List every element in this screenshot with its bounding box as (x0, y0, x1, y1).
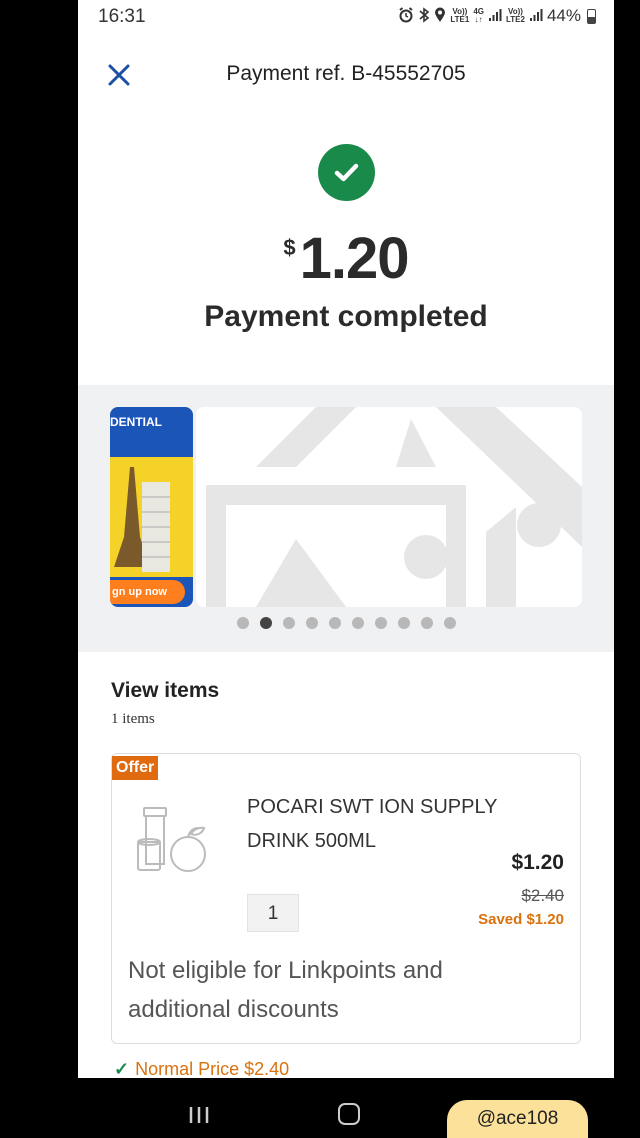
item-card: Offer POCARI SWT ION SUPPLY DRINK 500ML … (111, 753, 581, 1044)
status-icons: Vo)) LTE1 4G ↓↑ Vo)) LTE2 44% (398, 6, 596, 26)
saved-amount: Saved $1.20 (478, 911, 564, 928)
carousel-dot[interactable] (282, 617, 295, 629)
bluetooth-icon (418, 7, 430, 25)
battery-icon (587, 8, 596, 24)
signal1-icon (488, 8, 502, 24)
banner-carousel: DENTIAL gn up now (78, 385, 614, 652)
home-button[interactable] (338, 1103, 360, 1125)
signal2-icon (529, 8, 543, 24)
data-arrows-icon: ↓↑ (474, 15, 483, 24)
promo-banner[interactable]: DENTIAL gn up now (110, 407, 193, 607)
product-price: $1.20 (511, 851, 564, 874)
app-screen: 16:31 Vo)) LTE1 4G ↓↑ Vo)) LTE2 44% Paym… (78, 0, 614, 1078)
carousel-dot[interactable] (351, 617, 364, 629)
carousel-dot[interactable] (328, 617, 341, 629)
payment-status: Payment completed (204, 300, 488, 333)
carousel-dot[interactable] (397, 617, 410, 629)
carousel-dot[interactable] (305, 617, 318, 629)
watermark-label: @ace108 (447, 1100, 588, 1138)
normal-price-note: ✓ Normal Price $2.40 (114, 1059, 289, 1078)
alarm-icon (398, 7, 414, 25)
carousel-dot[interactable] (374, 617, 387, 629)
carousel-dot[interactable] (259, 617, 272, 629)
check-icon: ✓ (114, 1059, 130, 1078)
normal-price-text: Normal Price $2.40 (135, 1059, 290, 1078)
view-items-title[interactable]: View items (111, 679, 219, 703)
carousel-dot[interactable] (420, 617, 433, 629)
network2-label: Vo)) LTE2 (506, 7, 525, 24)
promo-text: DENTIAL (110, 415, 162, 429)
carousel-dot[interactable] (236, 617, 249, 629)
battery-percent: 44% (546, 6, 581, 25)
offer-badge: Offer (112, 756, 159, 780)
status-time: 16:31 (98, 6, 146, 27)
items-count: 1 items (111, 711, 155, 727)
success-check-icon (318, 144, 375, 201)
eligibility-note: Not eligible for Linkpoints and addition… (128, 957, 443, 1023)
currency-symbol: $ (283, 235, 296, 260)
network-type-label: 4G ↓↑ (473, 7, 484, 24)
status-bar: 16:31 Vo)) LTE1 4G ↓↑ Vo)) LTE2 44% (78, 0, 614, 34)
banner-placeholder-image[interactable] (196, 407, 582, 607)
page-title: Payment ref. B-45552705 (226, 62, 466, 85)
recents-button[interactable] (187, 1105, 211, 1130)
carousel-dots (78, 617, 614, 629)
promo-image (110, 457, 193, 577)
recents-icon (189, 1107, 209, 1123)
network1-label: Vo)) LTE1 (450, 7, 470, 24)
product-placeholder-icon (136, 804, 210, 876)
payment-amount: $1.20 (78, 225, 614, 292)
quantity-field: 1 (247, 894, 299, 932)
carousel-dot[interactable] (443, 617, 456, 629)
location-icon (434, 7, 446, 25)
product-original-price: $2.40 (521, 886, 564, 905)
amount-value: 1.20 (299, 226, 410, 291)
product-name: POCARI SWT ION SUPPLY DRINK 500ML (247, 796, 498, 852)
promo-signup-button[interactable]: gn up now (110, 580, 185, 604)
